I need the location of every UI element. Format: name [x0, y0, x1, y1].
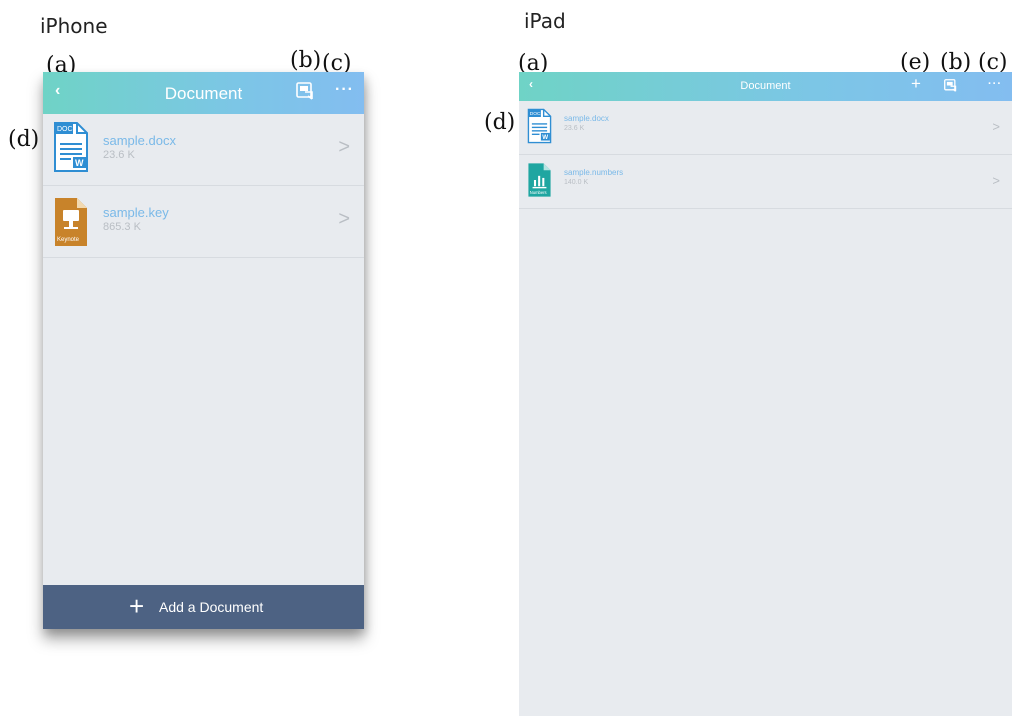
file-size: 140.0 K [564, 179, 589, 186]
file-size: 23.6 K [564, 125, 585, 132]
chevron-right-icon: > [992, 119, 1000, 134]
file-name: sample.docx [564, 114, 609, 123]
chevron-right-icon: > [992, 173, 1000, 188]
doc-badge-text: DOC [57, 126, 73, 133]
file-size: 865.3 K [103, 221, 141, 233]
ipad-label: iPad [524, 9, 566, 33]
more-options-icon[interactable]: ··· [988, 78, 1002, 90]
more-options-icon[interactable]: ··· [335, 81, 354, 99]
file-row-docx[interactable]: DOC W sample.docx 23.6 K > [43, 114, 364, 186]
file-row-docx[interactable]: DOC W sample.docx 23.6 K > [519, 101, 1012, 155]
callout-b: (b) [940, 50, 972, 75]
file-size: 23.6 K [103, 149, 135, 161]
add-document-icon[interactable]: + [911, 74, 921, 94]
plus-icon: + [129, 591, 145, 621]
doc-badge-text: DOC [530, 111, 541, 117]
share-export-icon[interactable] [296, 82, 314, 100]
iphone-label: iPhone [40, 14, 108, 38]
file-name: sample.docx [103, 133, 176, 148]
nav-title: Document [164, 84, 243, 103]
callout-c: (c) [978, 50, 1008, 75]
navigation-bar: ‹ Document + ··· [519, 72, 1012, 101]
nav-title: Document [740, 80, 791, 92]
file-name: sample.numbers [564, 168, 624, 177]
callout-d: (d) [8, 127, 40, 152]
chevron-right-icon: > [338, 208, 350, 230]
file-row-numbers[interactable]: Numbers sample.numbers 140.0 K > [519, 155, 1012, 209]
iphone-screen: ‹ Document ··· DOC W sample.docx 23.6 K … [43, 72, 364, 629]
keynote-icon: Keynote [53, 196, 89, 248]
share-export-icon[interactable] [944, 79, 957, 92]
add-document-button[interactable]: + Add a Document [43, 585, 364, 629]
callout-b: (b) [290, 48, 322, 73]
chevron-right-icon: > [338, 136, 350, 158]
keynote-badge-text: Keynote [57, 237, 80, 243]
word-doc-icon: DOC W [53, 121, 89, 173]
word-badge-text: W [75, 158, 84, 168]
file-name: sample.key [103, 205, 169, 220]
add-document-label: Add a Document [159, 599, 264, 615]
numbers-badge-text: Numbers [530, 190, 547, 195]
navigation-bar: ‹ Document ··· [43, 72, 364, 114]
word-doc-icon: DOC W [527, 108, 552, 144]
file-row-key[interactable]: Keynote sample.key 865.3 K > [43, 186, 364, 258]
numbers-icon: Numbers [527, 162, 552, 198]
word-badge-text: W [542, 134, 548, 141]
callout-d: (d) [484, 110, 516, 135]
ipad-screen: ‹ Document + ··· DOC W sample.docx 23.6 … [519, 72, 1012, 716]
callout-e: (e) [900, 50, 931, 75]
